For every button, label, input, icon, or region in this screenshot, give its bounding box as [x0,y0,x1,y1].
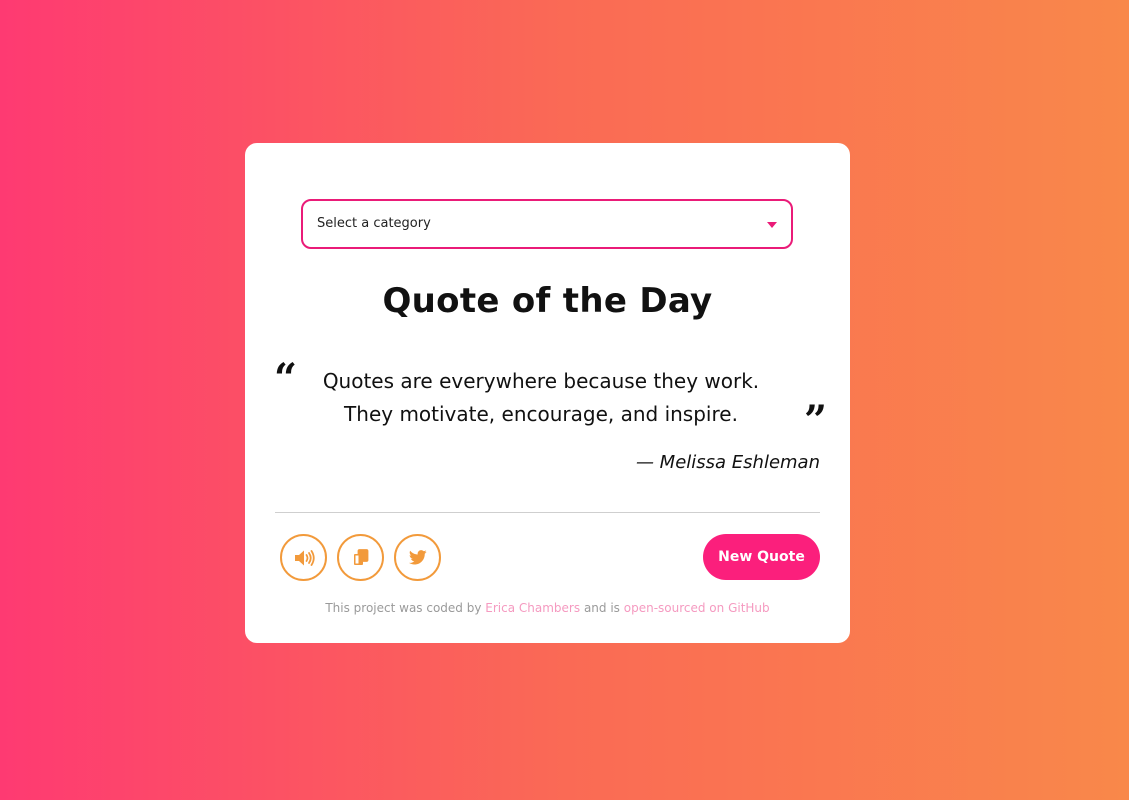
category-select[interactable]: Select a category [301,199,793,249]
speak-button[interactable] [280,534,327,581]
page-title: Quote of the Day [382,281,713,321]
new-quote-button[interactable]: New Quote [703,534,820,580]
quote-close-icon: ” [804,397,828,444]
copy-button[interactable] [337,534,384,581]
divider [275,512,820,513]
volume-icon [293,549,315,567]
chevron-down-icon [767,222,777,228]
category-select-value: Select a category [317,216,431,231]
quote-card: Select a category Quote of the Day “ Quo… [245,143,850,643]
github-link[interactable]: open-sourced on GitHub [624,601,770,615]
author-link[interactable]: Erica Chambers [485,601,580,615]
twitter-icon [408,550,427,565]
quote-line-1: Quotes are everywhere because they work. [322,369,760,393]
tweet-button[interactable] [394,534,441,581]
footer-middle: and is [583,601,620,615]
quote-author: — Melissa Eshleman [635,452,820,473]
footer-prefix: This project was coded by [325,601,482,615]
footer-credit: This project was coded by Erica Chambers… [245,601,850,615]
quote-text: Quotes are everywhere because they work.… [291,365,791,431]
copy-icon [352,548,370,567]
quote-line-2: They motivate, encourage, and inspire. [344,402,738,426]
